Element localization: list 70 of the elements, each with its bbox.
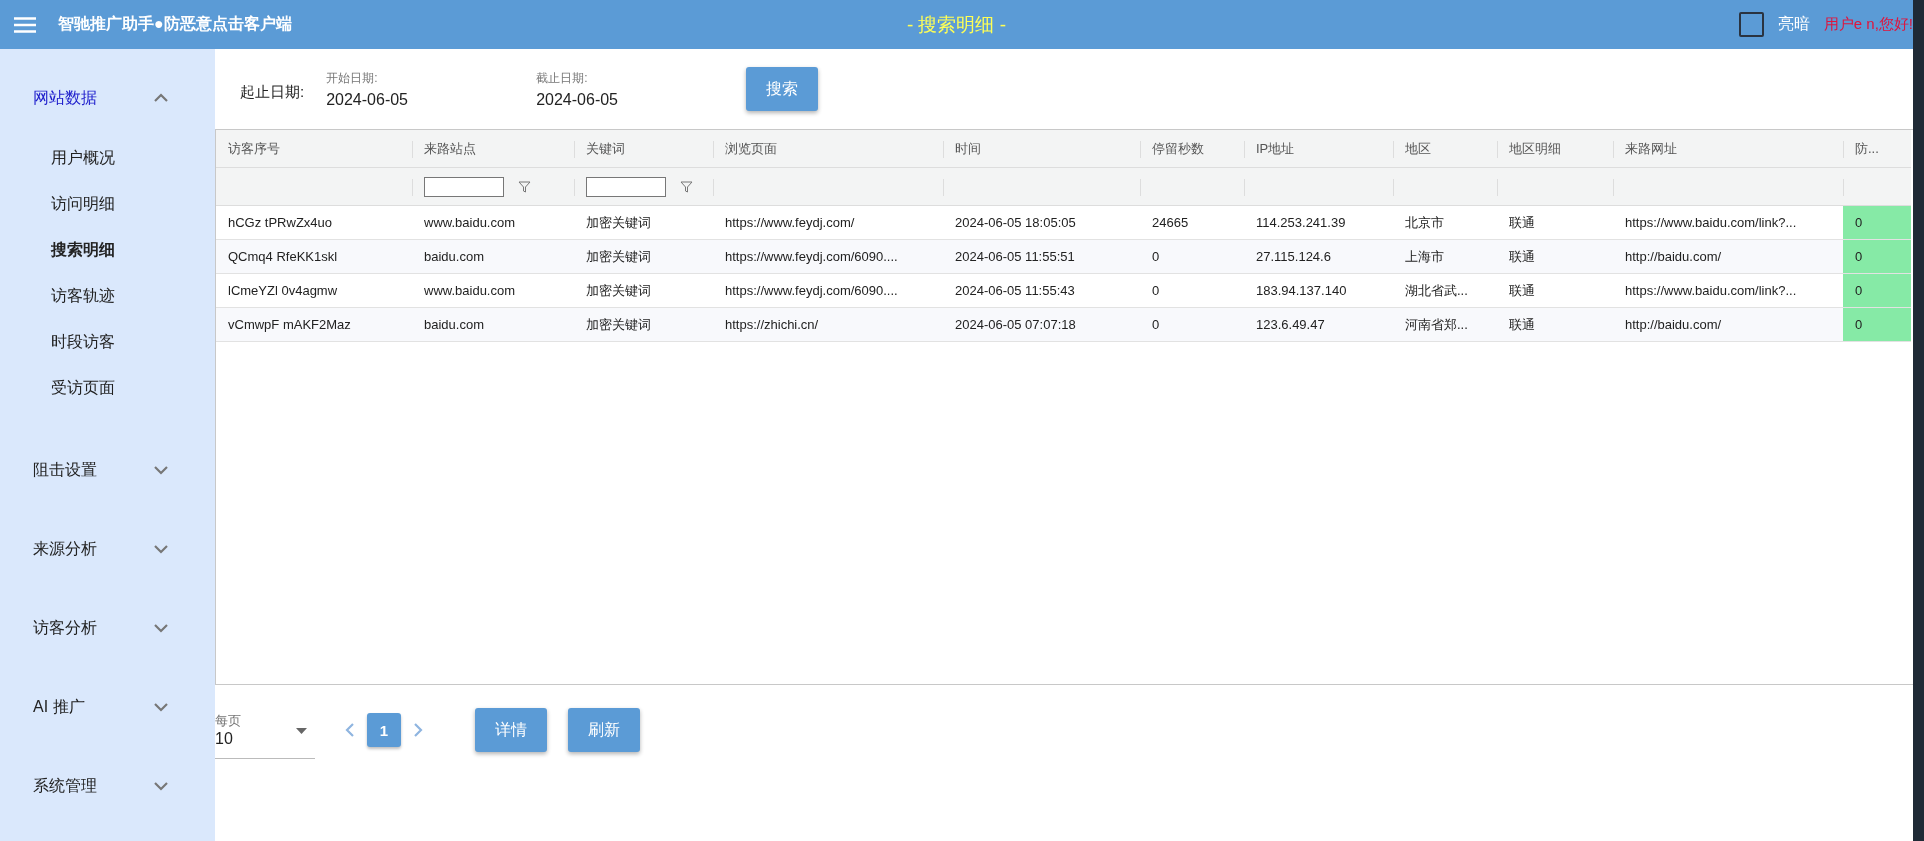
column-header[interactable]: 来路网址 (1625, 139, 1677, 158)
column-header[interactable]: IP地址 (1256, 139, 1295, 158)
table-cell: 123.6.49.47 (1244, 308, 1393, 342)
page-title: - 搜索明细 - (906, 13, 1007, 37)
menu-item[interactable]: 时段访客 (0, 319, 215, 365)
column-header[interactable]: 防... (1855, 139, 1879, 158)
menu-group[interactable]: 系统管理 (33, 775, 97, 797)
filter-input[interactable] (586, 176, 666, 197)
column-header[interactable]: 浏览页面 (725, 139, 777, 158)
app-title: 智驰推广助手●防恶意点击客户端 (58, 14, 292, 34)
column-header[interactable]: 地区 (1405, 139, 1431, 158)
table-cell: 河南省郑... (1393, 308, 1497, 342)
table-cell: 0 (1140, 240, 1244, 274)
chevron-down-icon[interactable] (153, 781, 169, 791)
filter-input[interactable] (424, 176, 504, 197)
column-header[interactable]: 来路站点 (424, 139, 476, 158)
table-cell: 0 (1843, 240, 1911, 274)
table-cell: vCmwpF mAKF2Maz (216, 308, 412, 342)
table-cell: 27.115.124.6 (1244, 240, 1393, 274)
end-date-field[interactable]: 2024-06-05 (536, 90, 747, 109)
table-cell: http://baidu.com/ (1613, 308, 1843, 342)
table-cell: 0 (1140, 308, 1244, 342)
chevron-down-icon[interactable] (153, 465, 169, 475)
chevron-down-icon[interactable] (153, 702, 169, 712)
table-cell: 联通 (1497, 308, 1613, 342)
chevron-down-icon[interactable] (153, 544, 169, 554)
menu-item[interactable]: 用户概况 (0, 135, 215, 181)
date-caption: 开始日期: (326, 69, 379, 87)
start-date-field[interactable]: 2024-06-05 (326, 90, 537, 109)
filter-icon[interactable] (680, 180, 693, 193)
menu-group[interactable]: 访客分析 (33, 617, 97, 639)
table-cell: 加密关键词 (574, 308, 713, 342)
theme-checkbox[interactable] (1738, 12, 1764, 37)
table-cell: http://baidu.com/ (1613, 240, 1843, 274)
menu-icon[interactable] (14, 16, 36, 33)
chevron-down-icon[interactable] (153, 623, 169, 633)
menu-group[interactable]: 阻击设置 (33, 459, 97, 481)
next-page-icon[interactable] (413, 723, 423, 737)
menu-item[interactable]: 访问明细 (0, 181, 215, 227)
table-cell: baidu.com (412, 240, 574, 274)
column-header[interactable]: 访客序号 (228, 139, 280, 158)
menu-group[interactable]: AI 推广 (33, 696, 85, 718)
dropdown-caret-icon (296, 727, 307, 734)
table-cell: 上海市 (1393, 240, 1497, 274)
user-greeting: 用户e n,您好! (1823, 15, 1913, 34)
table-cell: QCmq4 RfeKK1skl (216, 240, 412, 274)
table-cell: https://www.feydj.com/6090.... (713, 240, 943, 274)
column-header[interactable]: 时间 (955, 139, 981, 158)
date-caption: 截止日期: (536, 69, 589, 87)
menu-item[interactable]: 搜索明细 (0, 227, 215, 273)
date-range-label: 起止日期: (240, 82, 305, 102)
menu-group[interactable]: 来源分析 (33, 538, 97, 560)
table-cell: 加密关键词 (574, 240, 713, 274)
menu-item[interactable]: 访客轨迹 (0, 273, 215, 319)
table-cell: 联通 (1497, 240, 1613, 274)
page-size-select[interactable]: 每页 10 (215, 701, 315, 759)
filter-icon[interactable] (518, 180, 531, 193)
menu-group[interactable]: 网站数据 (33, 87, 97, 109)
chevron-up-icon[interactable] (153, 93, 169, 103)
table-cell: 2024-06-05 07:07:18 (943, 308, 1140, 342)
previous-page-icon[interactable] (345, 723, 355, 737)
table-cell: 2024-06-05 11:55:51 (943, 240, 1140, 274)
menu-item[interactable]: 受访页面 (0, 365, 215, 411)
table-cell: baidu.com (412, 308, 574, 342)
theme-label: 亮暗 (1777, 14, 1810, 34)
table-cell: 0 (1843, 274, 1911, 308)
column-header[interactable]: 关键词 (586, 139, 625, 158)
table-cell: https://zhichi.cn/ (713, 308, 943, 342)
table-cell: 0 (1843, 206, 1911, 240)
table-cell: 0 (1843, 308, 1911, 342)
